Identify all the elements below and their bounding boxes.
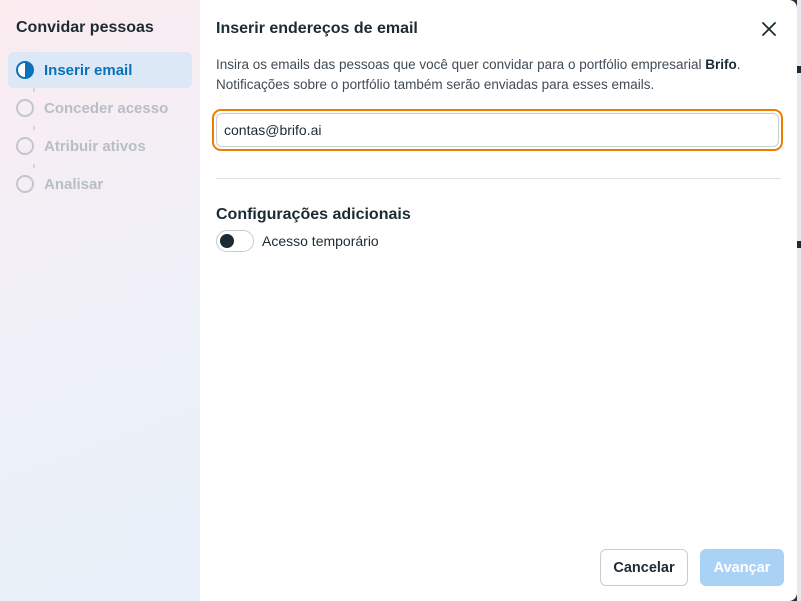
- additional-settings-title: Configurações adicionais: [216, 206, 411, 223]
- email-input-focus-ring: [212, 109, 783, 151]
- step-connector: [33, 88, 35, 92]
- step-conceder-acesso[interactable]: Conceder acesso: [8, 90, 192, 126]
- main-panel: Inserir endereços de email Insira os ema…: [200, 0, 797, 601]
- step-label: Conceder acesso: [44, 99, 169, 117]
- background-edge: [797, 0, 801, 601]
- email-input[interactable]: [216, 113, 779, 147]
- empty-circle-icon: [16, 175, 34, 193]
- business-name: Brifo: [705, 57, 737, 72]
- step-inserir-email[interactable]: Inserir email: [8, 52, 192, 88]
- temporary-access-row: Acesso temporário: [200, 224, 797, 252]
- dialog-header: Inserir endereços de email: [200, 0, 797, 56]
- cancel-button[interactable]: Cancelar: [600, 549, 688, 586]
- close-button[interactable]: [755, 15, 783, 43]
- toggle-knob: [220, 234, 234, 248]
- step-analisar[interactable]: Analisar: [8, 166, 192, 202]
- step-connector: [33, 164, 35, 168]
- empty-circle-icon: [16, 99, 34, 117]
- step-label: Analisar: [44, 175, 104, 193]
- temporary-access-label: Acesso temporário: [262, 233, 379, 249]
- description-text: Insira os emails das pessoas que você qu…: [216, 57, 706, 72]
- empty-circle-icon: [16, 137, 34, 155]
- background-edge-mark: [797, 66, 801, 73]
- next-button[interactable]: Avançar: [700, 549, 784, 586]
- dialog-title: Inserir endereços de email: [216, 19, 418, 37]
- steps-sidebar: Convidar pessoas Inserir email Conceder …: [0, 0, 200, 601]
- step-atribuir-ativos[interactable]: Atribuir ativos: [8, 128, 192, 164]
- dialog-description: Insira os emails das pessoas que você qu…: [200, 55, 797, 95]
- step-label: Inserir email: [44, 61, 133, 79]
- temporary-access-toggle[interactable]: [216, 230, 254, 252]
- sidebar-title: Convidar pessoas: [16, 19, 154, 36]
- background-edge-mark: [797, 241, 801, 248]
- step-connector: [33, 126, 35, 130]
- dialog-footer: Cancelar Avançar: [600, 549, 784, 586]
- step-label: Atribuir ativos: [44, 137, 146, 155]
- close-icon: [762, 21, 776, 36]
- half-filled-circle-icon: [16, 61, 34, 79]
- steps-list: Inserir email Conceder acesso Atribuir a…: [8, 52, 192, 202]
- invite-dialog: Convidar pessoas Inserir email Conceder …: [0, 0, 797, 601]
